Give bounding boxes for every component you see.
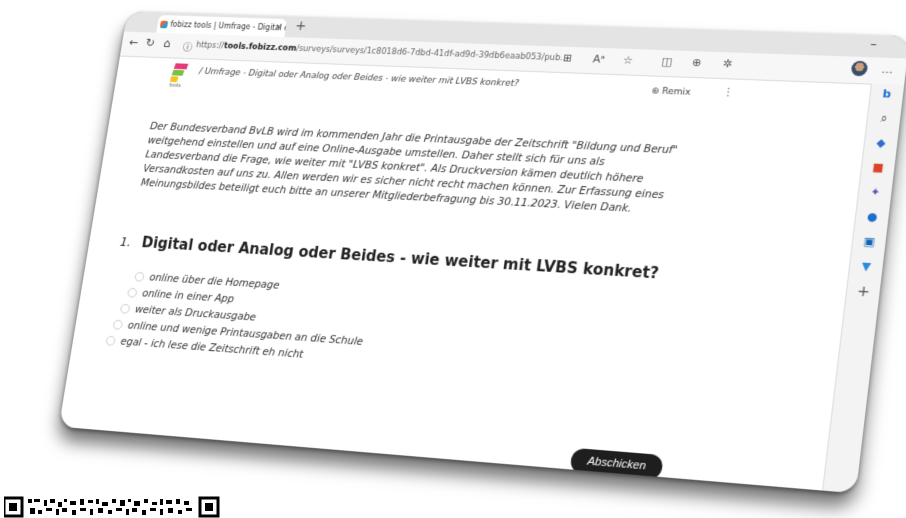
reload-icon[interactable]: ↻ [145, 36, 156, 49]
extensions-icon[interactable]: ✲ [722, 57, 733, 70]
split-screen-icon[interactable]: ◫ [661, 55, 673, 68]
tab-close-icon[interactable]: × [274, 19, 284, 37]
search-icon[interactable]: ⌕ [877, 112, 891, 126]
fobizz-favicon-icon [159, 20, 169, 29]
browser-window: fobizz tools | Umfrage - Digital o × + –… [58, 11, 906, 494]
page-menu-icon[interactable]: ⋮ [723, 87, 735, 98]
reader-view-icon[interactable]: ⊞ [562, 52, 573, 65]
survey-intro-text: Der Bundesverband BvLB wird im kommenden… [140, 120, 679, 215]
submit-button[interactable]: Abschicken [569, 447, 665, 481]
breadcrumb: / Umfrage - Digital oder Analog oder Bei… [198, 67, 520, 90]
shopping-bag-icon[interactable]: ■ [871, 161, 885, 175]
add-sidebar-icon[interactable]: + [856, 283, 871, 300]
new-tab-button[interactable]: + [294, 19, 307, 34]
info-icon[interactable]: ⓘ [182, 39, 193, 54]
collections-icon[interactable]: ⊕ [691, 56, 702, 69]
home-icon[interactable]: ⌂ [163, 37, 172, 50]
office-icon[interactable]: ● [865, 210, 879, 224]
read-aloud-icon[interactable]: Aᵃ [592, 53, 606, 66]
profile-avatar[interactable] [850, 60, 869, 77]
people-icon[interactable]: ✦ [868, 185, 882, 199]
drop-icon[interactable]: ▼ [859, 259, 873, 273]
more-options-icon[interactable]: ... [881, 63, 894, 77]
stage: fobizz tools | Umfrage - Digital o × + –… [0, 0, 906, 518]
remix-label: Remix [661, 86, 692, 98]
radio-button[interactable] [127, 287, 138, 298]
fobizz-logo-icon[interactable] [169, 62, 191, 83]
tab-title: fobizz tools | Umfrage - Digital o [169, 20, 288, 33]
logo-text: tools [169, 82, 181, 89]
favorite-star-icon[interactable]: ☆ [622, 54, 634, 67]
radio-button[interactable] [112, 319, 124, 330]
url-path: /surveys/surveys/1c8018d6-7dbd-41df-ad9d… [295, 44, 570, 64]
qr-code-icon [4, 496, 220, 518]
back-icon[interactable]: ← [128, 35, 139, 48]
page-content: tools / Umfrage - Digital oder Analog od… [58, 56, 871, 491]
url-host: tools.fobizz.com [223, 41, 298, 54]
url-prefix: https:// [195, 40, 225, 51]
answer-options: online über die Homepage online in einer… [105, 267, 372, 367]
outlook-icon[interactable]: ▣ [862, 235, 876, 249]
tag-icon[interactable]: ◆ [874, 136, 888, 150]
radio-button[interactable] [119, 303, 131, 314]
radio-button[interactable] [105, 335, 117, 346]
radio-button[interactable] [134, 271, 145, 282]
bing-copilot-icon[interactable]: b [880, 87, 894, 101]
remix-button[interactable]: ⊛ Remix [651, 86, 691, 97]
url-field[interactable]: https://tools.fobizz.com/surveys/surveys… [195, 41, 569, 64]
question-number: 1. [119, 235, 132, 250]
minimize-button[interactable]: – [870, 37, 878, 51]
